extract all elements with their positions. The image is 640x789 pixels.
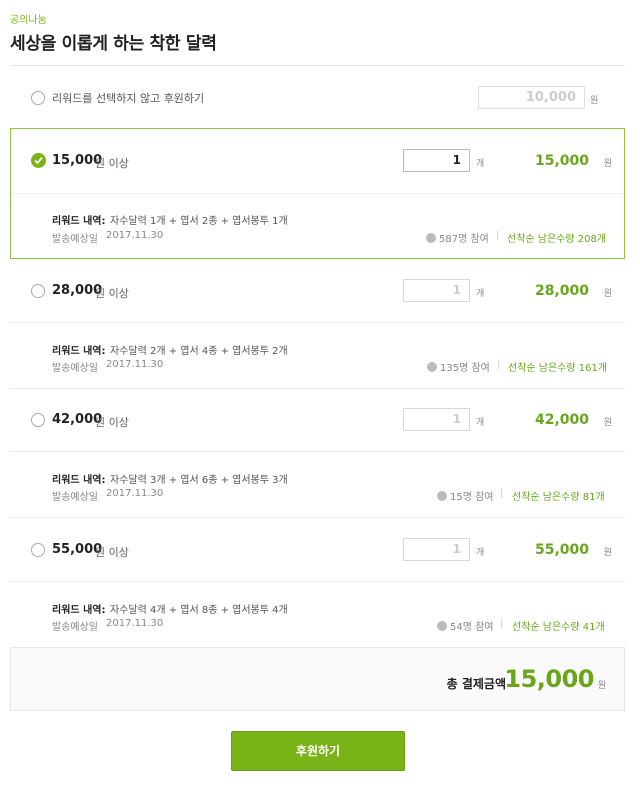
tier-price-suffix: 원 이상 [95, 546, 129, 559]
quantity-input[interactable]: 1 [403, 149, 470, 172]
tier-price-suffix: 원 이상 [95, 416, 129, 429]
divider [11, 193, 624, 194]
tier-total-unit: 원 [603, 289, 612, 299]
separator: | [500, 488, 504, 499]
reward-title: 리워드 내역: [52, 475, 106, 486]
ship-label: 발송예상일 [52, 492, 98, 503]
reward-description: 자수달력 2개 + 엽서 4종 + 엽서봉투 2개 [110, 346, 288, 357]
divider [10, 517, 625, 518]
backers-count: 15명 참여 [437, 488, 494, 503]
separator: | [496, 230, 500, 241]
page-title: 세상을 이롭게 하는 착한 달력 [10, 34, 217, 54]
selected-check-icon[interactable] [31, 153, 46, 168]
check-circle-icon [437, 621, 447, 631]
ship-label: 발송예상일 [52, 622, 98, 633]
remaining-count: 선착순 남은수량 208개 [507, 234, 607, 245]
divider [10, 65, 625, 66]
total-label: 총 결제금액 [446, 677, 506, 691]
tier-radio[interactable] [31, 543, 45, 557]
tier-total-unit: 원 [603, 418, 612, 428]
ship-label: 발송예상일 [52, 234, 98, 245]
quantity-input[interactable]: 1 [403, 408, 470, 431]
reward-description: 자수달력 4개 + 엽서 8종 + 엽서봉투 4개 [110, 605, 288, 616]
tier-total: 55,000 [534, 542, 589, 558]
total-panel: 총 결제금액 15,000 원 [10, 647, 625, 711]
remaining-count: 선착순 남은수량 81개 [512, 492, 605, 503]
backers-count: 54명 참여 [437, 618, 494, 633]
tier-price-suffix: 원 이상 [95, 287, 129, 300]
check-circle-icon [427, 362, 437, 372]
divider [10, 322, 625, 323]
no-reward-radio[interactable] [31, 91, 45, 105]
quantity-input[interactable]: 1 [403, 538, 470, 561]
tier-radio[interactable] [31, 413, 45, 427]
quantity-input[interactable]: 1 [403, 279, 470, 302]
ship-date: 2017.11.30 [106, 230, 164, 241]
no-reward-amount-input[interactable]: 10,000 [478, 86, 585, 109]
no-reward-label: 리워드를 선택하지 않고 후원하기 [52, 92, 205, 105]
reward-description: 자수달력 1개 + 엽서 2종 + 엽서봉투 1개 [110, 216, 288, 227]
tier-total: 15,000 [534, 153, 589, 169]
separator: | [500, 618, 504, 629]
tier-total-unit: 원 [603, 548, 612, 558]
reward-title: 리워드 내역: [52, 346, 106, 357]
quantity-unit: 개 [476, 418, 485, 428]
submit-button[interactable]: 후원하기 [231, 731, 405, 771]
ship-date: 2017.11.30 [106, 618, 164, 629]
divider [10, 581, 625, 582]
total-unit: 원 [597, 681, 606, 691]
reward-title: 리워드 내역: [52, 216, 106, 227]
tier-total-unit: 원 [603, 159, 612, 169]
tier-total: 28,000 [534, 283, 589, 299]
reward-title: 리워드 내역: [52, 605, 106, 616]
quantity-unit: 개 [476, 548, 485, 558]
tier-total: 42,000 [534, 412, 589, 428]
ship-label: 발송예상일 [52, 363, 98, 374]
tier-price-suffix: 원 이상 [95, 157, 129, 170]
separator: | [497, 359, 501, 370]
ship-date: 2017.11.30 [106, 359, 164, 370]
backers-text: 54명 참여 [450, 622, 494, 633]
divider [10, 388, 625, 389]
backers-count: 587명 참여 [426, 230, 489, 245]
check-circle-icon [426, 233, 436, 243]
backers-count: 135명 참여 [427, 359, 490, 374]
remaining-count: 선착순 남은수량 41개 [512, 622, 605, 633]
remaining-count: 선착순 남은수량 161개 [508, 363, 608, 374]
quantity-unit: 개 [476, 159, 485, 169]
check-circle-icon [437, 491, 447, 501]
backers-text: 15명 참여 [450, 492, 494, 503]
divider [10, 451, 625, 452]
no-reward-unit: 원 [590, 96, 599, 106]
backers-text: 135명 참여 [440, 363, 490, 374]
ship-date: 2017.11.30 [106, 488, 164, 499]
backers-text: 587명 참여 [439, 234, 489, 245]
quantity-unit: 개 [476, 289, 485, 299]
reward-description: 자수달력 3개 + 엽서 6종 + 엽서봉투 3개 [110, 475, 288, 486]
brand-label: 공의나눔 [10, 15, 47, 26]
total-amount: 15,000 [504, 665, 594, 693]
tier-radio[interactable] [31, 284, 45, 298]
